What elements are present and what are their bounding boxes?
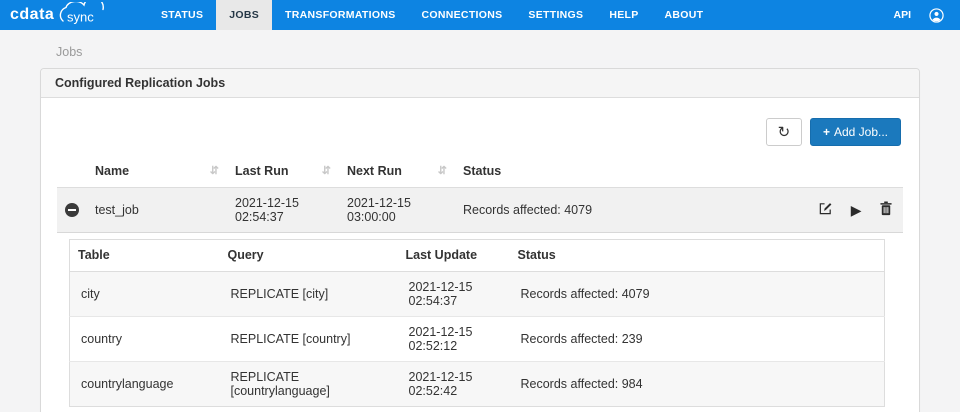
refresh-icon: ↻ bbox=[777, 123, 791, 141]
plus-icon: + bbox=[822, 125, 830, 139]
refresh-button[interactable]: ↻ bbox=[765, 118, 802, 146]
nav-item-transformations[interactable]: TRANSFORMATIONS bbox=[272, 0, 408, 30]
detail-last-update-cell: 2021-12-15 02:54:37 bbox=[408, 280, 473, 308]
main-navigation: STATUS JOBS TRANSFORMATIONS CONNECTIONS … bbox=[148, 0, 716, 30]
expander-cell bbox=[57, 187, 87, 233]
top-navbar: cdata sync STATUS JOBS TRANSFORMATIONS C… bbox=[0, 0, 960, 30]
job-next-run-cell: 2021-12-15 03:00:00 bbox=[339, 187, 455, 233]
detail-status-cell: Records affected: 239 bbox=[520, 332, 643, 346]
table-row-countrylanguage[interactable]: countrylanguage REPLICATE [countrylangua… bbox=[69, 361, 885, 407]
detail-table-cell: city bbox=[81, 287, 100, 301]
brand-cdata-text: cdata bbox=[10, 6, 55, 23]
job-detail-row: Table Query Last Update Status city REPL… bbox=[57, 233, 903, 410]
add-job-button[interactable]: + Add Job... bbox=[809, 118, 901, 146]
detail-column-last-update: Last Update bbox=[397, 239, 510, 272]
nav-item-settings[interactable]: SETTINGS bbox=[515, 0, 596, 30]
column-header-next-run[interactable]: Next Run ⇵ bbox=[339, 156, 455, 188]
panel-title: Configured Replication Jobs bbox=[41, 69, 919, 98]
detail-status-cell: Records affected: 984 bbox=[520, 377, 643, 391]
detail-query-cell: REPLICATE [country] bbox=[230, 332, 351, 346]
run-job-icon[interactable]: ▶ bbox=[851, 202, 862, 219]
table-row-country[interactable]: country REPLICATE [country] 2021-12-15 0… bbox=[69, 316, 885, 362]
sync-cloud-logo-icon: sync bbox=[56, 0, 110, 31]
detail-table-cell: countrylanguage bbox=[81, 377, 174, 391]
job-status-cell: Records affected: 4079 bbox=[455, 187, 793, 233]
delete-job-icon[interactable] bbox=[879, 201, 893, 219]
detail-column-status: Status bbox=[509, 239, 885, 272]
sort-icon[interactable]: ⇵ bbox=[322, 164, 331, 177]
detail-query-cell: REPLICATE [city] bbox=[230, 287, 329, 301]
detail-last-update-cell: 2021-12-15 02:52:12 bbox=[408, 325, 473, 353]
sort-icon[interactable]: ⇵ bbox=[210, 164, 219, 177]
expander-column-header bbox=[57, 156, 87, 188]
actions-column-header bbox=[793, 156, 903, 188]
navbar-right: API bbox=[893, 0, 960, 30]
nav-item-label: CONNECTIONS bbox=[421, 9, 503, 21]
detail-column-query: Query bbox=[219, 239, 398, 272]
column-label: Last Run bbox=[235, 164, 289, 178]
nav-item-about[interactable]: ABOUT bbox=[652, 0, 717, 30]
nav-item-label: SETTINGS bbox=[528, 9, 584, 21]
collapse-minus-icon[interactable] bbox=[65, 203, 79, 218]
cdata-sync-logo[interactable]: cdata sync bbox=[0, 0, 148, 30]
sort-icon[interactable]: ⇵ bbox=[438, 164, 447, 177]
job-tables-table: Table Query Last Update Status city REPL… bbox=[69, 239, 885, 407]
jobs-toolbar: ↻ + Add Job... bbox=[57, 118, 903, 146]
detail-header-row: Table Query Last Update Status bbox=[69, 239, 885, 272]
job-actions-cell: ▶ bbox=[793, 187, 903, 233]
nav-item-label: HELP bbox=[609, 9, 639, 21]
job-detail-cell: Table Query Last Update Status city REPL… bbox=[57, 233, 903, 410]
nav-item-label: TRANSFORMATIONS bbox=[285, 9, 396, 21]
nav-item-help[interactable]: HELP bbox=[596, 0, 651, 30]
column-label: Name bbox=[95, 164, 130, 178]
column-header-name[interactable]: Name ⇵ bbox=[87, 156, 227, 188]
jobs-table-header-row: Name ⇵ Last Run ⇵ Next Run ⇵ Status bbox=[57, 156, 903, 188]
detail-table-cell: country bbox=[81, 332, 122, 346]
column-header-last-run[interactable]: Last Run ⇵ bbox=[227, 156, 339, 188]
configured-jobs-panel: Configured Replication Jobs ↻ + Add Job..… bbox=[40, 68, 920, 412]
nav-item-jobs[interactable]: JOBS bbox=[216, 0, 273, 30]
panel-body: ↻ + Add Job... Name ⇵ Last Run ⇵ Next Run ⇵ … bbox=[41, 98, 919, 412]
detail-status-cell: Records affected: 4079 bbox=[520, 287, 650, 301]
nav-item-status[interactable]: STATUS bbox=[148, 0, 216, 30]
job-name-cell[interactable]: test_job bbox=[87, 187, 227, 233]
nav-item-connections[interactable]: CONNECTIONS bbox=[409, 0, 516, 30]
detail-last-update-cell: 2021-12-15 02:52:42 bbox=[408, 370, 473, 398]
user-account-icon[interactable] bbox=[929, 7, 944, 23]
detail-query-cell: REPLICATE [countrylanguage] bbox=[230, 370, 330, 398]
column-label: Status bbox=[463, 164, 502, 178]
column-label: Next Run bbox=[347, 164, 402, 178]
column-header-status: Status bbox=[455, 156, 793, 188]
breadcrumb: Jobs bbox=[56, 45, 83, 59]
edit-job-icon[interactable] bbox=[818, 201, 833, 219]
jobs-table: Name ⇵ Last Run ⇵ Next Run ⇵ Status test_jo… bbox=[57, 156, 903, 409]
add-job-label: Add Job... bbox=[833, 125, 888, 139]
job-last-run-cell: 2021-12-15 02:54:37 bbox=[227, 187, 339, 233]
nav-item-label: JOBS bbox=[229, 9, 260, 21]
api-link[interactable]: API bbox=[893, 9, 911, 21]
nav-item-label: ABOUT bbox=[664, 9, 704, 21]
job-row-test_job: test_job 2021-12-15 02:54:37 2021-12-15 … bbox=[57, 187, 903, 233]
nav-item-label: STATUS bbox=[161, 9, 204, 21]
svg-text:sync: sync bbox=[67, 9, 94, 24]
detail-column-table: Table bbox=[69, 239, 220, 272]
table-row-city[interactable]: city REPLICATE [city] 2021-12-15 02:54:3… bbox=[69, 271, 885, 317]
